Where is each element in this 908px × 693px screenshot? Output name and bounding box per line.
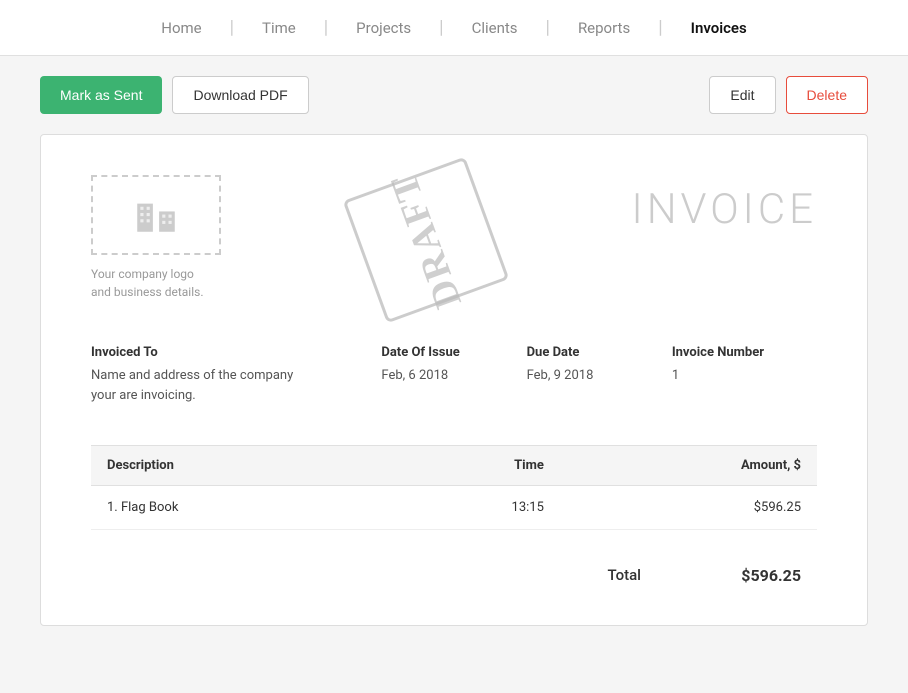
invoice-details: Invoiced To Name and address of the comp…: [91, 345, 817, 405]
col-description-header: Description: [91, 446, 380, 486]
toolbar-left: Mark as Sent Download PDF: [40, 76, 309, 114]
edit-button[interactable]: Edit: [709, 76, 775, 114]
invoiced-to-label: Invoiced To: [91, 345, 381, 360]
table-row: 1. Flag Book 13:15 $596.25: [91, 486, 817, 530]
total-label: Total: [607, 566, 641, 585]
nav-projects[interactable]: Projects: [328, 19, 439, 37]
table-header-row: Description Time Amount, $: [91, 446, 817, 486]
total-value: $596.25: [721, 566, 801, 585]
company-logo-box: Your company logoand business details.: [91, 175, 221, 301]
draft-stamp: DRAFT: [343, 157, 510, 324]
row-time: 13:15: [380, 486, 560, 530]
company-logo-text: Your company logoand business details.: [91, 265, 204, 301]
col-amount-header: Amount, $: [560, 446, 817, 486]
top-nav: Home | Time | Projects | Clients | Repor…: [0, 0, 908, 56]
row-amount: $596.25: [560, 486, 817, 530]
col-time-header: Time: [380, 446, 560, 486]
draft-stamp-container: DRAFT: [221, 175, 632, 305]
toolbar: Mark as Sent Download PDF Edit Delete: [0, 56, 908, 134]
building-icon: [131, 188, 181, 242]
due-date-block: Due Date Feb, 9 2018: [527, 345, 672, 405]
due-date-label: Due Date: [527, 345, 672, 360]
nav-reports[interactable]: Reports: [550, 19, 658, 37]
invoice-title: INVOICE: [632, 175, 818, 234]
total-row: Total $596.25: [91, 550, 817, 585]
download-pdf-button[interactable]: Download PDF: [172, 76, 308, 114]
date-of-issue-value: Feb, 6 2018: [381, 366, 526, 386]
invoiced-to-block: Invoiced To Name and address of the comp…: [91, 345, 381, 405]
due-date-value: Feb, 9 2018: [527, 366, 672, 386]
toolbar-right: Edit Delete: [709, 76, 868, 114]
invoice-table: Description Time Amount, $ 1. Flag Book …: [91, 445, 817, 530]
nav-time[interactable]: Time: [234, 19, 324, 37]
nav-invoices[interactable]: Invoices: [663, 19, 775, 37]
invoice-header: Your company logoand business details. D…: [91, 175, 817, 305]
date-of-issue-label: Date Of Issue: [381, 345, 526, 360]
nav-home[interactable]: Home: [133, 19, 229, 37]
mark-as-sent-button[interactable]: Mark as Sent: [40, 76, 162, 114]
invoice-card: Your company logoand business details. D…: [40, 134, 868, 626]
nav-clients[interactable]: Clients: [444, 19, 546, 37]
date-of-issue-block: Date Of Issue Feb, 6 2018: [381, 345, 526, 405]
invoice-number-value: 1: [672, 366, 817, 386]
row-description: 1. Flag Book: [91, 486, 380, 530]
invoiced-to-value: Name and address of the companyyour are …: [91, 366, 381, 405]
invoice-number-label: Invoice Number: [672, 345, 817, 360]
logo-placeholder: [91, 175, 221, 255]
invoice-number-block: Invoice Number 1: [672, 345, 817, 405]
delete-button[interactable]: Delete: [786, 76, 868, 114]
